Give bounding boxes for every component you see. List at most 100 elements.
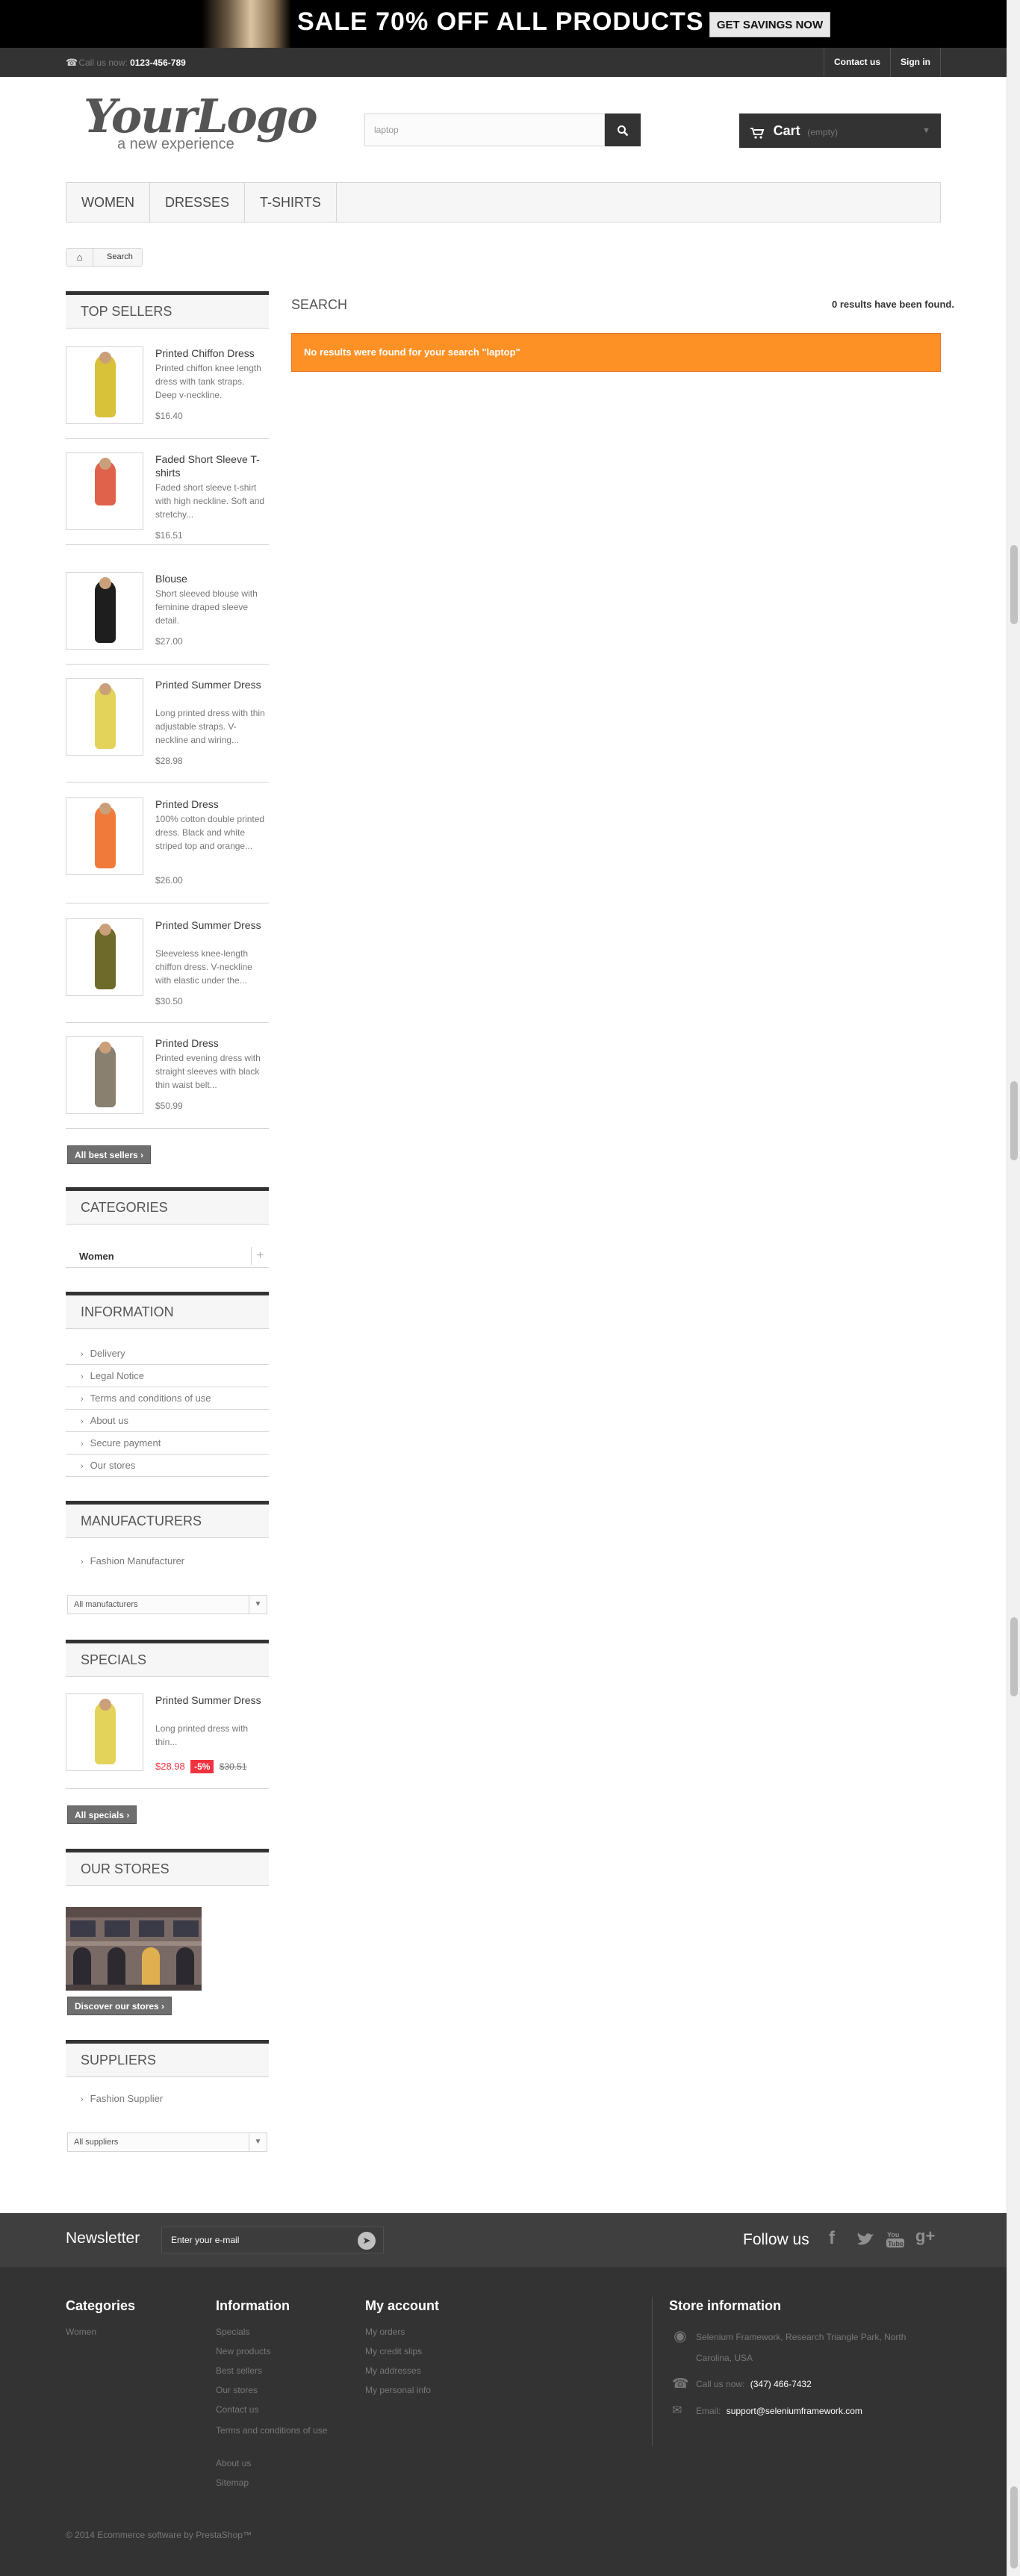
sign-in-link[interactable]: Sign in bbox=[890, 48, 941, 77]
twitter-icon[interactable] bbox=[856, 2231, 875, 2250]
product-name[interactable]: Printed Summer Dress bbox=[155, 918, 267, 932]
list-item[interactable]: Faded Short Sleeve T-shirts Faded short … bbox=[66, 452, 269, 545]
youtube-icon[interactable]: You Tube bbox=[886, 2230, 905, 2251]
home-icon[interactable]: ⌂ bbox=[66, 249, 93, 266]
store-image[interactable] bbox=[66, 1907, 202, 1991]
specials-title[interactable]: SPECIALS bbox=[66, 1640, 269, 1677]
product-image[interactable] bbox=[66, 678, 143, 756]
old-price: $30.51 bbox=[219, 1761, 247, 1772]
product-image[interactable] bbox=[66, 346, 143, 424]
product-name[interactable]: Faded Short Sleeve T-shirts bbox=[155, 452, 267, 479]
product-description: Short sleeved blouse with feminine drape… bbox=[155, 588, 258, 626]
information-title: INFORMATION bbox=[66, 1292, 269, 1329]
footer-link[interactable]: My credit slips bbox=[365, 2346, 422, 2356]
contact-us-link[interactable]: Contact us bbox=[823, 48, 890, 77]
footer-link[interactable]: Contact us bbox=[216, 2404, 258, 2415]
footer-link[interactable]: Our stores bbox=[216, 2385, 258, 2395]
footer-link[interactable]: Women bbox=[66, 2327, 96, 2337]
newsletter-submit-icon[interactable]: ➤ bbox=[358, 2232, 376, 2250]
store-facade-image bbox=[66, 1907, 202, 1991]
product-name[interactable]: Printed Chiffon Dress bbox=[155, 346, 267, 360]
list-item[interactable]: Blouse Short sleeved blouse with feminin… bbox=[66, 572, 269, 665]
newsletter-placeholder: Enter your e-mail bbox=[171, 2235, 240, 2245]
footer-link[interactable]: My personal info bbox=[365, 2385, 431, 2395]
list-item[interactable]: Printed Dress Printed evening dress with… bbox=[66, 1036, 269, 1129]
manufacturers-title[interactable]: MANUFACTURERS bbox=[66, 1501, 269, 1538]
menu-item-dresses[interactable]: DRESSES bbox=[150, 183, 246, 222]
scrollbar-thumb[interactable] bbox=[1010, 545, 1018, 624]
footer-link[interactable]: Best sellers bbox=[216, 2365, 262, 2376]
footer-link[interactable]: New products bbox=[216, 2346, 270, 2356]
product-description: Printed chiffon knee length dress with t… bbox=[155, 363, 261, 400]
product-price: $30.50 bbox=[155, 996, 183, 1007]
footer-link[interactable]: Specials bbox=[216, 2327, 249, 2337]
product-name[interactable]: Printed Summer Dress bbox=[155, 678, 267, 691]
scrollbar[interactable] bbox=[1007, 0, 1020, 2576]
product-name[interactable]: Blouse bbox=[155, 572, 267, 585]
facebook-icon[interactable]: f bbox=[829, 2228, 835, 2249]
footer-categories-title[interactable]: Categories bbox=[66, 2298, 135, 2314]
info-link-delivery[interactable]: › Delivery bbox=[66, 1343, 269, 1365]
info-link-our-stores[interactable]: › Our stores bbox=[66, 1455, 269, 1477]
list-item[interactable]: Printed Chiffon Dress Printed chiffon kn… bbox=[66, 346, 269, 439]
info-link-about[interactable]: › About us bbox=[66, 1410, 269, 1432]
svg-text:Tube: Tube bbox=[888, 2240, 904, 2247]
search-button[interactable] bbox=[605, 113, 641, 146]
list-item[interactable]: Printed Dress 100% cotton double printed… bbox=[66, 797, 269, 903]
page-title: SEARCH bbox=[291, 297, 348, 312]
product-image[interactable] bbox=[66, 797, 143, 875]
info-link-terms[interactable]: › Terms and conditions of use bbox=[66, 1387, 269, 1410]
manufacturers-select[interactable]: All manufacturers ▼ bbox=[67, 1595, 267, 1614]
promo-banner[interactable]: SALE 70% OFF ALL PRODUCTS GET SAVINGS NO… bbox=[0, 0, 1007, 48]
category-label[interactable]: Women bbox=[79, 1251, 114, 1262]
our-stores-title[interactable]: OUR STORES bbox=[66, 1849, 269, 1886]
footer-link[interactable]: My orders bbox=[365, 2327, 405, 2337]
product-image[interactable] bbox=[66, 572, 143, 650]
site-logo[interactable]: YourLogo a new experience bbox=[84, 93, 318, 157]
google-plus-icon[interactable]: g+ bbox=[915, 2227, 935, 2246]
footer-link[interactable]: Sitemap bbox=[216, 2477, 249, 2488]
manufacturer-link[interactable]: › Fashion Manufacturer bbox=[66, 1550, 269, 1572]
product-name[interactable]: Printed Dress bbox=[155, 1036, 267, 1050]
list-item[interactable]: Printed Summer Dress Sleeveless knee-len… bbox=[66, 918, 269, 1023]
menu-item-women[interactable]: WOMEN bbox=[66, 183, 150, 222]
footer-link[interactable]: About us bbox=[216, 2458, 251, 2468]
chevron-right-icon: › bbox=[81, 1417, 84, 1426]
product-name[interactable]: Printed Dress bbox=[155, 797, 267, 811]
menu-item-tshirts[interactable]: T-SHIRTS bbox=[245, 183, 337, 222]
logo-tagline: a new experience bbox=[117, 136, 234, 152]
special-price-row: $28.98 -5% $30.51 bbox=[155, 1760, 247, 1773]
search-input[interactable]: laptop bbox=[364, 113, 605, 146]
special-price: $28.98 bbox=[155, 1761, 185, 1772]
product-image[interactable] bbox=[66, 452, 143, 530]
product-image[interactable] bbox=[66, 1036, 143, 1114]
expand-icon[interactable]: + bbox=[251, 1247, 269, 1265]
info-link-secure-payment[interactable]: › Secure payment bbox=[66, 1432, 269, 1455]
suppliers-title[interactable]: SUPPLIERS bbox=[66, 2040, 269, 2077]
footer-account-title[interactable]: My account bbox=[365, 2298, 439, 2314]
get-savings-button[interactable]: GET SAVINGS NOW bbox=[709, 12, 830, 37]
scrollbar-thumb[interactable] bbox=[1010, 1081, 1018, 1160]
footer-link[interactable]: My addresses bbox=[365, 2365, 421, 2376]
cart-button[interactable]: Cart (empty) ▼ bbox=[739, 113, 941, 148]
newsletter-email-input[interactable]: Enter your e-mail ➤ bbox=[161, 2227, 384, 2253]
list-item[interactable]: Printed Summer Dress Long printed dress … bbox=[66, 678, 269, 783]
special-item[interactable]: Printed Summer Dress Long printed dress … bbox=[66, 1693, 269, 1789]
product-description: 100% cotton double printed dress. Black … bbox=[155, 814, 265, 851]
product-name[interactable]: Printed Summer Dress bbox=[155, 1693, 267, 1707]
product-image[interactable] bbox=[66, 918, 143, 996]
footer-link[interactable]: Terms and conditions of use bbox=[216, 2424, 343, 2437]
product-image[interactable] bbox=[66, 1693, 143, 1771]
suppliers-select[interactable]: All suppliers ▼ bbox=[67, 2132, 267, 2152]
copyright[interactable]: © 2014 Ecommerce software by PrestaShop™ bbox=[66, 2530, 252, 2540]
all-specials-button[interactable]: All specials › bbox=[67, 1805, 137, 1824]
top-sellers-title[interactable]: TOP SELLERS bbox=[66, 291, 269, 329]
scrollbar-thumb[interactable] bbox=[1010, 2486, 1018, 2569]
info-link-legal[interactable]: › Legal Notice bbox=[66, 1365, 269, 1387]
discover-stores-button[interactable]: Discover our stores › bbox=[67, 1997, 172, 2015]
category-item-women[interactable]: Women + bbox=[66, 1245, 269, 1268]
supplier-link[interactable]: › Fashion Supplier bbox=[66, 2088, 269, 2110]
all-best-sellers-button[interactable]: All best sellers › bbox=[67, 1145, 152, 1164]
store-email-address[interactable]: support@seleniumframework.com bbox=[727, 2406, 862, 2416]
scrollbar-thumb[interactable] bbox=[1010, 1617, 1018, 1696]
